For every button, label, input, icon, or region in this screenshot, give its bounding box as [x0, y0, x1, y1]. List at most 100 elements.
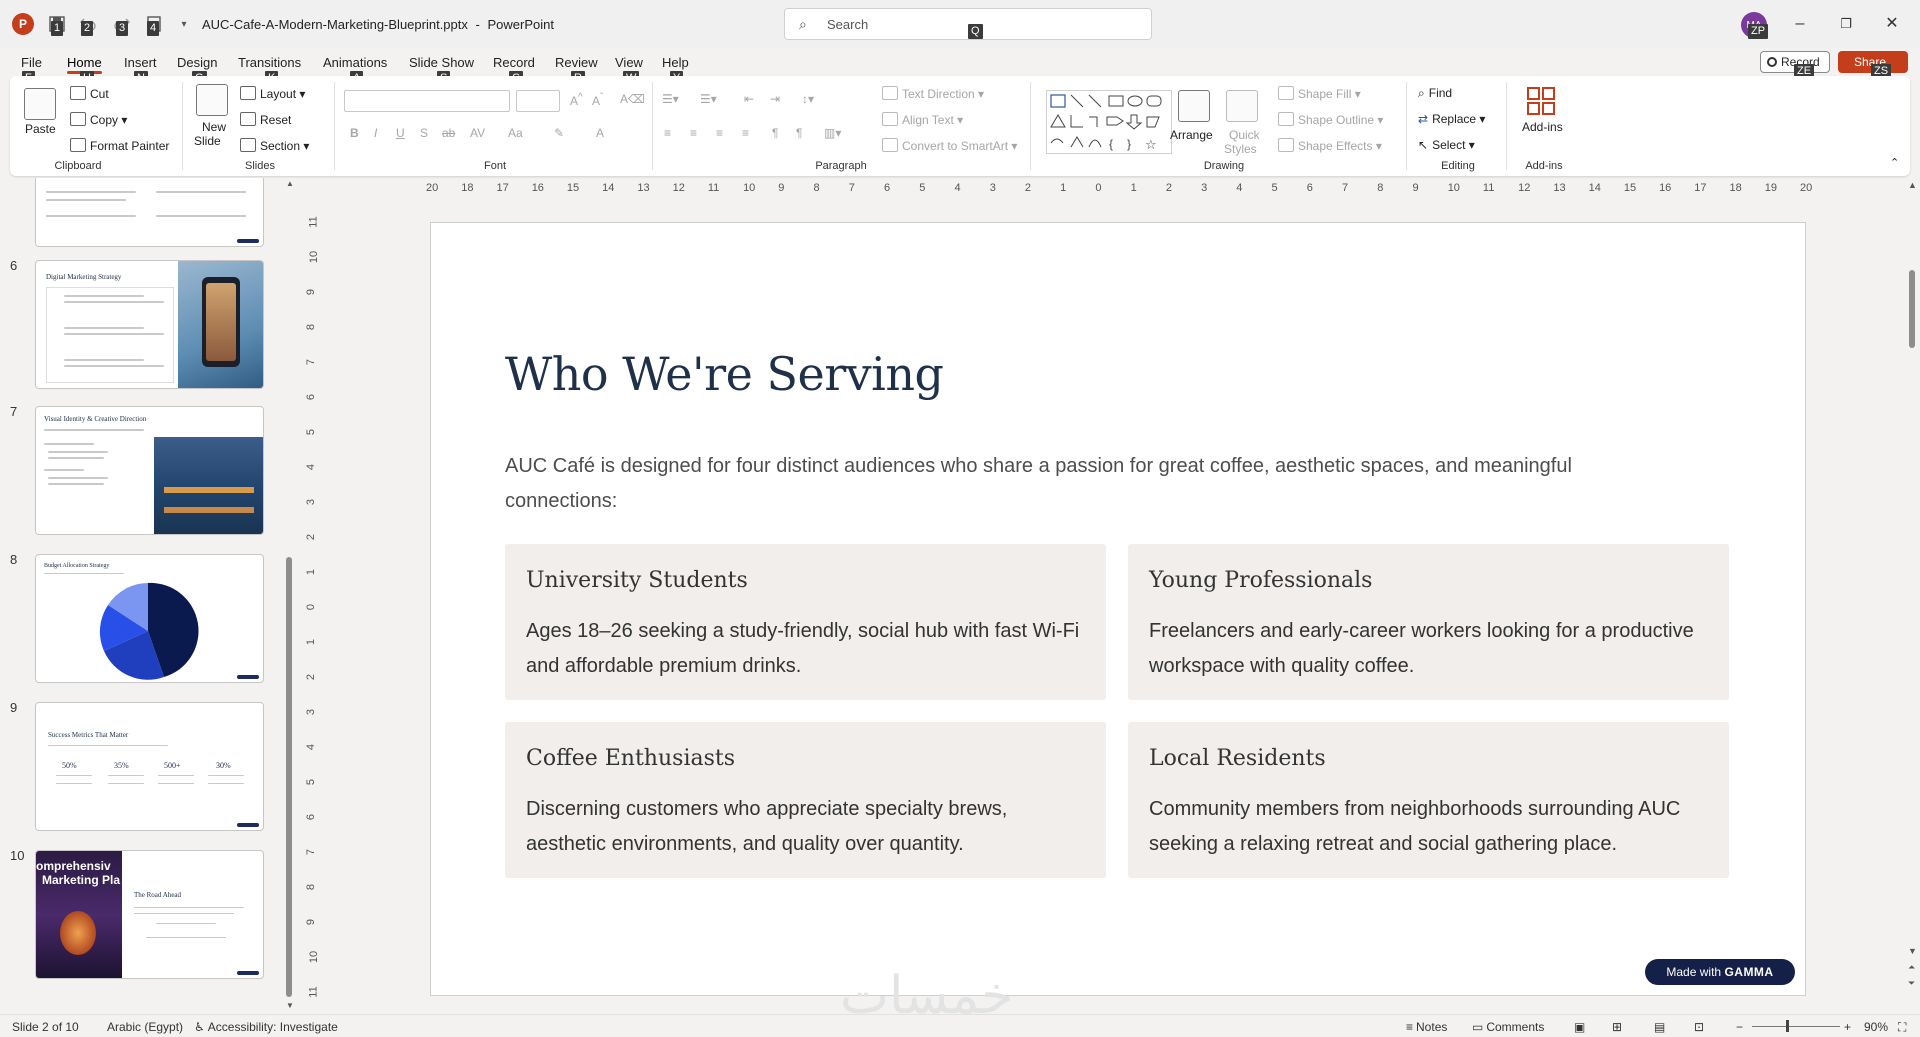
italic-icon[interactable]: I	[374, 126, 377, 140]
align-right-icon[interactable]: ≡	[716, 126, 723, 140]
slide-canvas[interactable]: Who We're Serving AUC Café is designed f…	[430, 222, 1806, 996]
thumbnail-scrollbar[interactable]: ▲ ▼	[286, 179, 294, 1010]
shape-effects-button[interactable]: Shape Effects ▾	[1278, 138, 1382, 153]
slide-scrollbar[interactable]: ▲ ▼ ⏶ ⏷	[1906, 178, 1920, 1014]
tab-transitions[interactable]: Transitions	[238, 55, 301, 70]
slide-title[interactable]: Who We're Serving	[505, 347, 944, 401]
font-size-dropdown[interactable]	[516, 90, 560, 112]
scroll-up-icon[interactable]: ▲	[286, 179, 294, 188]
new-slide-button[interactable]: New	[202, 120, 226, 134]
scrollbar-thumb[interactable]	[1909, 270, 1915, 348]
decrease-font-size-icon[interactable]: Aˇ	[592, 92, 603, 108]
convert-smartart-button[interactable]: Convert to SmartArt ▾	[882, 138, 1017, 153]
tab-design[interactable]: Design	[177, 55, 217, 70]
decrease-indent-icon[interactable]: ⇤	[744, 92, 754, 106]
text-direction-ltr-icon[interactable]: ¶	[796, 126, 802, 140]
new-slide-button-line2[interactable]: Slide	[194, 134, 221, 148]
reset-button[interactable]: Reset	[240, 112, 291, 127]
select-button[interactable]: ↖ Select ▾	[1418, 138, 1475, 152]
zoom-slider[interactable]	[1752, 1026, 1840, 1027]
slide-intro-text[interactable]: AUC Café is designed for four distinct a…	[505, 449, 1665, 519]
tab-animations[interactable]: Animations	[323, 55, 387, 70]
change-case-icon[interactable]: Aa	[508, 126, 523, 140]
tab-home[interactable]: Home	[67, 55, 102, 74]
numbering-icon[interactable]: ☰▾	[700, 92, 717, 106]
previous-slide-icon[interactable]: ⏶	[1908, 962, 1915, 973]
zoom-slider-thumb[interactable]	[1786, 1020, 1789, 1032]
align-text-button[interactable]: Align Text ▾	[882, 112, 963, 127]
close-icon[interactable]: ✕	[1882, 14, 1902, 34]
align-left-icon[interactable]: ≡	[664, 126, 671, 140]
tab-view[interactable]: View	[615, 55, 643, 70]
cut-button[interactable]: Cut	[70, 86, 109, 101]
collapse-ribbon-icon[interactable]: ⌃	[1890, 156, 1899, 169]
minimize-icon[interactable]: –	[1790, 14, 1810, 34]
strikethrough-icon[interactable]: ab	[442, 126, 455, 140]
scroll-up-icon[interactable]: ▲	[1908, 180, 1917, 190]
bullets-icon[interactable]: ☰▾	[662, 92, 679, 106]
zoom-out-icon[interactable]: −	[1736, 1020, 1743, 1034]
slide-thumbnail[interactable]	[35, 178, 264, 247]
line-spacing-icon[interactable]: ↕▾	[802, 92, 814, 106]
align-center-icon[interactable]: ≡	[690, 126, 697, 140]
language-indicator[interactable]: Arabic (Egypt)	[107, 1020, 183, 1034]
increase-indent-icon[interactable]: ⇥	[770, 92, 780, 106]
tab-help[interactable]: Help	[662, 55, 689, 70]
accessibility-button[interactable]: ♿ Accessibility: Investigate	[194, 1020, 338, 1034]
shapes-gallery[interactable]: { } ☆	[1046, 90, 1172, 154]
audience-card[interactable]: Young Professionals Freelancers and earl…	[1128, 544, 1729, 700]
text-direction-rtl-icon[interactable]: ¶	[772, 126, 778, 140]
clear-formatting-icon[interactable]: A⌫	[620, 92, 645, 106]
slide-thumbnail[interactable]: omprehensiv Marketing Pla The Road Ahead	[35, 850, 264, 979]
tab-review[interactable]: Review	[555, 55, 598, 70]
scroll-down-icon[interactable]: ▼	[1908, 946, 1917, 956]
audience-card[interactable]: Local Residents Community members from n…	[1128, 722, 1729, 878]
justify-icon[interactable]: ≡	[742, 126, 749, 140]
slideshow-view-icon[interactable]: ⊡	[1694, 1020, 1704, 1034]
find-button[interactable]: ⌕ Find	[1418, 86, 1452, 101]
tab-insert[interactable]: Insert	[124, 55, 157, 70]
zoom-level[interactable]: 90%	[1864, 1020, 1888, 1034]
bold-icon[interactable]: B	[350, 126, 359, 140]
slide-sorter-icon[interactable]: ⊞	[1612, 1020, 1622, 1034]
zoom-in-icon[interactable]: +	[1844, 1020, 1851, 1034]
format-painter-button[interactable]: Format Painter	[70, 138, 169, 153]
restore-icon[interactable]: ❐	[1836, 14, 1856, 34]
fit-to-window-icon[interactable]: ⛶	[1898, 1020, 1906, 1035]
shadow-icon[interactable]: S	[420, 126, 428, 140]
normal-view-icon[interactable]: ▣	[1574, 1020, 1585, 1034]
copy-button[interactable]: Copy ▾	[70, 112, 127, 127]
comments-button[interactable]: ▭ Comments	[1472, 1020, 1544, 1034]
font-name-dropdown[interactable]	[344, 90, 510, 112]
audience-card[interactable]: Coffee Enthusiasts Discerning customers …	[505, 722, 1106, 878]
shape-fill-button[interactable]: Shape Fill ▾	[1278, 86, 1361, 101]
font-color-icon[interactable]: A	[596, 126, 604, 140]
increase-font-size-icon[interactable]: A^	[570, 92, 583, 108]
tab-record[interactable]: Record	[493, 55, 535, 70]
paste-button[interactable]: Paste	[25, 122, 56, 136]
customize-toolbar-icon[interactable]: ▾	[174, 14, 194, 34]
tab-file[interactable]: File	[21, 55, 42, 70]
shape-outline-button[interactable]: Shape Outline ▾	[1278, 112, 1383, 127]
slide-thumbnail[interactable]: Success Metrics That Matter 50% 35% 500+…	[35, 702, 264, 831]
next-slide-icon[interactable]: ⏷	[1908, 978, 1915, 989]
replace-button[interactable]: ⇄ Replace ▾	[1418, 112, 1485, 126]
slide-thumbnail[interactable]: Budget Allocation Strategy	[35, 554, 264, 683]
arrange-button[interactable]: Arrange	[1170, 128, 1213, 142]
slide-thumbnail[interactable]: Visual Identity & Creative Direction	[35, 406, 264, 535]
made-with-gamma-badge[interactable]: Made with GAMMA	[1645, 959, 1795, 985]
highlight-icon[interactable]: ✎	[554, 126, 564, 140]
tab-slide-show[interactable]: Slide Show	[409, 55, 474, 70]
quick-styles-button[interactable]: Quick	[1229, 128, 1260, 142]
columns-icon[interactable]: ▥▾	[824, 126, 841, 140]
slide-thumbnail[interactable]: Digital Marketing Strategy	[35, 260, 264, 389]
reading-view-icon[interactable]: ▤	[1654, 1020, 1665, 1034]
layout-button[interactable]: Layout ▾	[240, 86, 305, 101]
scrollbar-thumb[interactable]	[286, 557, 292, 997]
quick-styles-button-line2[interactable]: Styles	[1224, 142, 1257, 156]
character-spacing-icon[interactable]: AV	[470, 126, 485, 140]
scroll-down-icon[interactable]: ▼	[286, 1001, 294, 1010]
underline-icon[interactable]: U	[396, 126, 405, 140]
section-button[interactable]: Section ▾	[240, 138, 309, 153]
addins-button[interactable]: Add-ins	[1522, 120, 1563, 134]
